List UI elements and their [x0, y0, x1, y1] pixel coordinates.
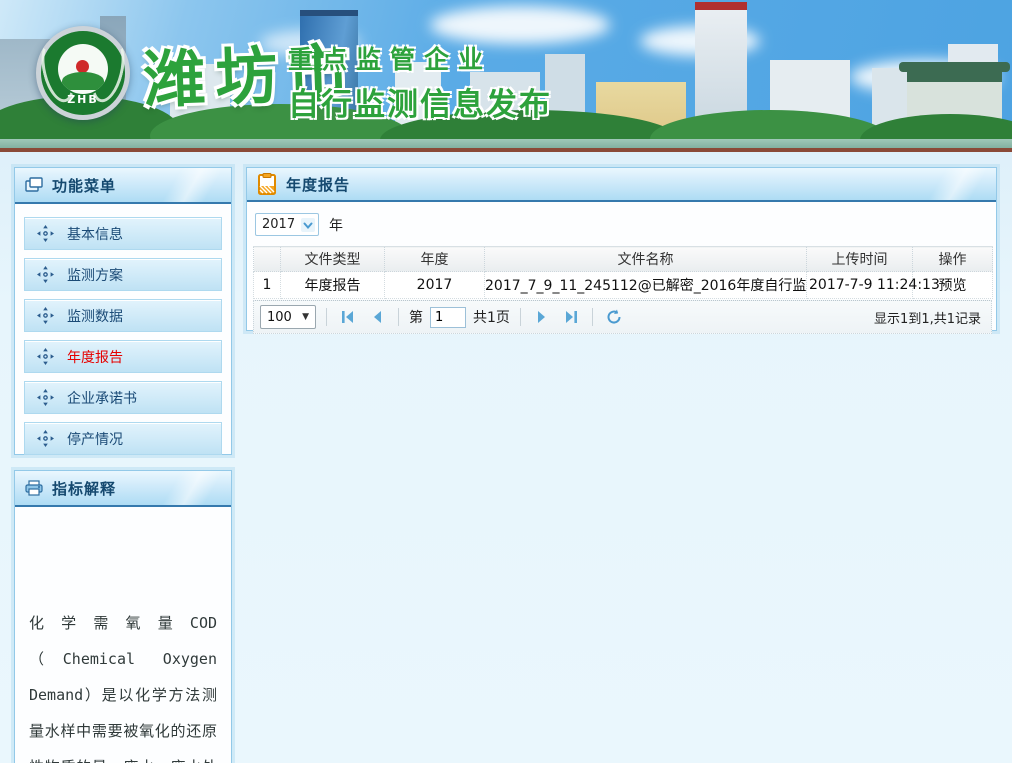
sidebar-item-basic-info[interactable]: 基本信息	[24, 217, 222, 250]
last-page-button[interactable]	[560, 306, 582, 328]
compass-icon	[37, 389, 54, 406]
compass-icon	[37, 225, 54, 242]
table-row[interactable]: 1 年度报告 2017 2017_7_9_11_245112@已解密_2016年…	[254, 272, 993, 299]
col-header-upload-time: 上传时间	[807, 247, 913, 272]
pager-separator	[592, 308, 593, 326]
cell-file-name: 2017_7_9_11_245112@已解密_2016年度自行监测开展情况年	[485, 272, 807, 299]
environment-bureau-logo: ZHB	[36, 26, 130, 120]
first-page-button[interactable]	[337, 306, 359, 328]
col-header-action: 操作	[913, 247, 993, 272]
sidebar-item-annual-report[interactable]: 年度报告	[24, 340, 222, 373]
page-size-value: 100	[267, 310, 292, 325]
subtitle-line2: 自行监测信息发布	[288, 79, 552, 124]
logo-center	[58, 44, 108, 94]
compass-icon	[37, 348, 54, 365]
dropdown-arrow-icon: ▼	[302, 312, 309, 322]
windows-folder-icon	[25, 177, 43, 193]
annual-report-body: 2017 年 文件	[247, 202, 996, 334]
annual-report-title: 年度报告	[286, 174, 350, 195]
col-header-file-type: 文件类型	[281, 247, 385, 272]
function-menu-panel: 功能菜单 基本信息 监测方案 监测数据	[14, 167, 232, 455]
indicator-glossary-panel: 指标解释 化学需氧量COD（Chemical Oxygen Demand）是以化…	[14, 470, 232, 763]
logo-text: ZHB	[41, 93, 125, 106]
prev-page-button[interactable]	[366, 306, 388, 328]
pager-separator	[398, 308, 399, 326]
table-header-row: 文件类型 年度 文件名称 上传时间 操作	[254, 247, 993, 272]
pager-separator	[520, 308, 521, 326]
record-count-status: 显示1到1,共1记录	[874, 308, 985, 327]
next-page-button[interactable]	[531, 306, 553, 328]
printer-icon	[25, 480, 43, 496]
refresh-button[interactable]	[603, 306, 625, 328]
year-select[interactable]: 2017	[255, 213, 319, 236]
cell-index: 1	[254, 272, 281, 299]
report-table: 文件类型 年度 文件名称 上传时间 操作 1 年度报告 2017 2017_7_…	[253, 246, 993, 299]
clipboard-icon	[257, 173, 277, 195]
annual-report-header: 年度报告	[247, 168, 996, 202]
compass-icon	[37, 266, 54, 283]
page-size-select[interactable]: 100 ▼	[260, 305, 316, 329]
glossary-body: 化学需氧量COD（Chemical Oxygen Demand）是以化学方法测量…	[15, 507, 231, 763]
pager-separator	[326, 308, 327, 326]
sidebar-item-label: 年度报告	[67, 347, 123, 367]
subtitle-line1: 重点监管企业	[288, 40, 552, 76]
sidebar-item-monitor-plan[interactable]: 监测方案	[24, 258, 222, 291]
col-header-file-name: 文件名称	[485, 247, 807, 272]
menu-list: 基本信息 监测方案 监测数据 年度报告	[15, 204, 231, 476]
cloud	[430, 6, 610, 44]
year-select-value: 2017	[262, 217, 295, 232]
glossary-title: 指标解释	[52, 478, 116, 499]
compass-icon	[37, 307, 54, 324]
page-number-input[interactable]	[430, 307, 466, 328]
compass-icon	[37, 430, 54, 447]
sidebar-item-commitment[interactable]: 企业承诺书	[24, 381, 222, 414]
cell-file-type: 年度报告	[281, 272, 385, 299]
page: ZHB 潍坊市 重点监管企业 自行监测信息发布 功能菜单 基本信息	[0, 0, 1012, 763]
year-filter-row: 2017 年	[253, 211, 990, 246]
sidebar-item-label: 停产情况	[67, 429, 123, 449]
sidebar-item-label: 基本信息	[67, 224, 123, 244]
site-subtitle: 重点监管企业 自行监测信息发布	[288, 40, 552, 124]
annual-report-panel: 年度报告 2017 年	[246, 167, 997, 331]
year-unit-label: 年	[329, 215, 343, 235]
sidebar-item-label: 企业承诺书	[67, 388, 137, 408]
glossary-header: 指标解释	[15, 471, 231, 507]
cell-upload-time: 2017-7-9 11:24:13	[807, 272, 913, 299]
total-pages-label: 共1页	[473, 307, 510, 327]
sidebar-item-label: 监测数据	[67, 306, 123, 326]
chevron-down-icon	[301, 218, 315, 232]
function-menu-header: 功能菜单	[15, 168, 231, 204]
col-header-year: 年度	[385, 247, 485, 272]
page-prefix-label: 第	[409, 307, 423, 327]
sidebar-item-monitor-data[interactable]: 监测数据	[24, 299, 222, 332]
cell-year: 2017	[385, 272, 485, 299]
function-menu-title: 功能菜单	[52, 175, 116, 196]
sidebar-item-shutdown-status[interactable]: 停产情况	[24, 422, 222, 455]
col-header-index	[254, 247, 281, 272]
banner: ZHB 潍坊市 重点监管企业 自行监测信息发布	[0, 0, 1012, 152]
sidebar-item-label: 监测方案	[67, 265, 123, 285]
cod-definition-text: 化学需氧量COD（Chemical Oxygen Demand）是以化学方法测量…	[29, 605, 217, 763]
pager-bar: 100 ▼ 第 共1页	[253, 300, 992, 334]
